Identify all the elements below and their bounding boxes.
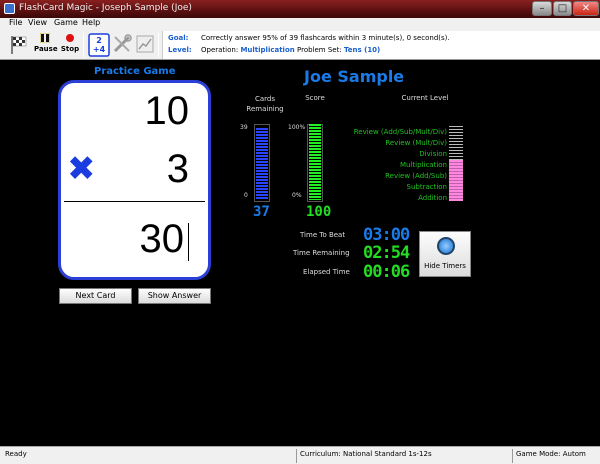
cards-remaining-value: 37 bbox=[253, 204, 270, 220]
score-axis-bottom: 0% bbox=[292, 192, 302, 199]
status-divider bbox=[296, 449, 297, 463]
app-icon bbox=[4, 3, 15, 14]
bottom-number: 3 bbox=[166, 147, 189, 191]
status-divider bbox=[512, 449, 513, 463]
show-answer-button[interactable]: Show Answer bbox=[138, 288, 211, 304]
menu-help[interactable]: Help bbox=[82, 18, 100, 27]
time-remaining-value: 02:54 bbox=[363, 243, 410, 263]
status-bar: Ready Curriculum: National Standard 1s-1… bbox=[0, 446, 600, 464]
level-division: Division bbox=[419, 150, 447, 158]
flashcard: 10 ✖ 3 30 bbox=[58, 80, 211, 280]
operation-label: Operation: bbox=[201, 46, 239, 54]
menu-view[interactable]: View bbox=[28, 18, 47, 27]
score-axis-top: 100% bbox=[288, 124, 306, 131]
cards-remaining-gauge bbox=[254, 124, 270, 202]
time-to-beat-label: Time To Beat bbox=[300, 231, 346, 239]
cards-remaining-fill bbox=[256, 128, 268, 200]
stopwatch-icon bbox=[437, 237, 455, 255]
checkered-flag-icon bbox=[11, 36, 27, 54]
stop-button[interactable]: Stop bbox=[60, 33, 80, 53]
equals-line bbox=[64, 201, 205, 202]
window-title: FlashCard Magic - Joseph Sample (Joe) bbox=[19, 3, 192, 13]
level-review-all: Review (Add/Sub/Mult/Div) bbox=[353, 128, 447, 136]
hide-timers-label: Hide Timers bbox=[424, 262, 466, 270]
pause-label: Pause bbox=[34, 45, 58, 53]
cards-remaining-header: Cards Remaining bbox=[246, 95, 284, 113]
level-subtraction: Subtraction bbox=[406, 183, 448, 191]
flashcard-icon: 2 +4 bbox=[88, 33, 110, 57]
problem-set-label: Problem Set: bbox=[297, 46, 342, 54]
elapsed-time-label: Elapsed Time bbox=[303, 268, 350, 276]
menu-bar: File View Game Help bbox=[0, 18, 600, 30]
multiply-icon: ✖ bbox=[67, 149, 96, 189]
goal-label: Goal: bbox=[168, 34, 189, 42]
maximize-button[interactable]: □ bbox=[553, 1, 572, 16]
status-game-mode: Game Mode: Autom bbox=[516, 450, 586, 458]
level-gauge-fill bbox=[449, 160, 463, 201]
text-caret bbox=[188, 223, 189, 261]
cards-axis-bottom: 0 bbox=[244, 192, 248, 199]
minimize-button[interactable]: – bbox=[532, 1, 552, 16]
answer-input[interactable]: 30 bbox=[140, 217, 185, 262]
toolbar-separator bbox=[83, 33, 84, 57]
flashcard-mode-button[interactable]: 2 +4 bbox=[88, 33, 110, 59]
score-gauge bbox=[307, 124, 323, 202]
pause-icon bbox=[40, 33, 50, 43]
elapsed-time-value: 00:06 bbox=[363, 262, 410, 282]
menu-game[interactable]: Game bbox=[54, 18, 78, 27]
toolbar-separator bbox=[158, 33, 159, 57]
status-curriculum: Curriculum: National Standard 1s-12s bbox=[300, 450, 432, 458]
cards-axis-top: 39 bbox=[240, 124, 248, 131]
pause-button[interactable]: Pause bbox=[34, 33, 58, 53]
score-value: 100 bbox=[306, 204, 332, 220]
level-text: Operation: Multiplication Problem Set: T… bbox=[201, 46, 380, 54]
menu-file[interactable]: File bbox=[9, 18, 22, 27]
practice-game-title: Practice Game bbox=[94, 66, 176, 77]
title-bar: FlashCard Magic - Joseph Sample (Joe) – … bbox=[0, 0, 600, 18]
close-button[interactable]: ✕ bbox=[573, 1, 599, 16]
time-to-beat-value: 03:00 bbox=[363, 225, 410, 245]
time-remaining-label: Time Remaining bbox=[293, 249, 350, 257]
tools-button[interactable] bbox=[112, 34, 132, 56]
start-flag-button[interactable] bbox=[10, 35, 28, 57]
hide-timers-button[interactable]: Hide Timers bbox=[419, 231, 471, 277]
svg-text:2: 2 bbox=[96, 36, 102, 45]
score-fill bbox=[309, 124, 321, 200]
stop-icon bbox=[66, 34, 74, 42]
problem-set-value: Tens (10) bbox=[343, 46, 381, 54]
current-level-header: Current Level bbox=[401, 94, 449, 102]
top-number: 10 bbox=[144, 89, 190, 133]
level-label: Level: bbox=[168, 46, 192, 54]
player-name: Joe Sample bbox=[304, 67, 405, 86]
level-gauge-empty bbox=[449, 126, 463, 160]
status-ready: Ready bbox=[5, 450, 27, 458]
level-review-mult-div: Review (Mult/Div) bbox=[385, 139, 447, 147]
level-addition: Addition bbox=[418, 194, 447, 202]
operation-value: Multiplication bbox=[240, 46, 295, 54]
goal-text: Correctly answer 95% of 39 flashcards wi… bbox=[201, 34, 450, 42]
score-header: Score bbox=[305, 94, 325, 102]
level-multiplication: Multiplication bbox=[400, 161, 447, 169]
level-review-add-sub: Review (Add/Sub) bbox=[385, 172, 447, 180]
next-card-button[interactable]: Next Card bbox=[59, 288, 132, 304]
tools-icon bbox=[113, 34, 132, 53]
chart-button[interactable] bbox=[136, 35, 154, 55]
svg-text:+4: +4 bbox=[93, 45, 106, 54]
stop-label: Stop bbox=[60, 45, 80, 53]
goal-panel: Goal: Correctly answer 95% of 39 flashca… bbox=[162, 31, 600, 59]
line-chart-icon bbox=[136, 35, 154, 53]
